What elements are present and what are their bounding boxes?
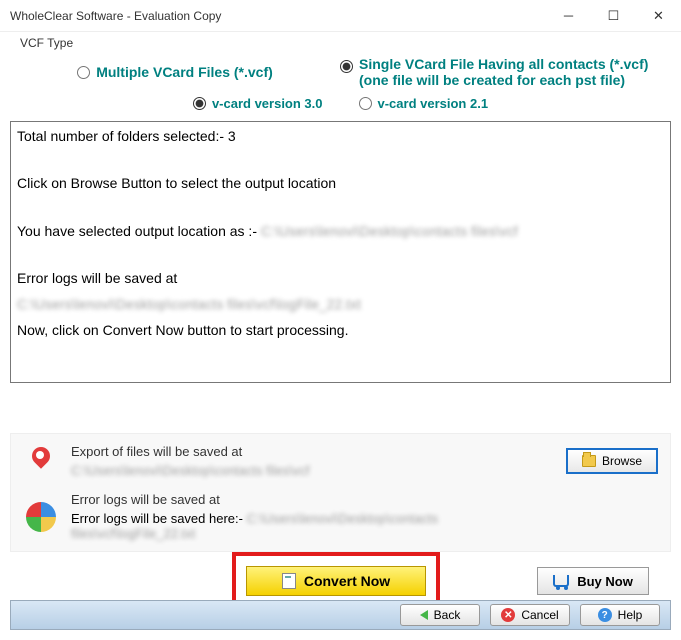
cancel-icon: ✕	[501, 608, 515, 622]
error-log-row: Error logs will be saved at Error logs w…	[23, 492, 658, 541]
cart-icon	[553, 575, 569, 587]
log-line: Now, click on Convert Now button to star…	[17, 320, 664, 342]
log-line: Click on Browse Button to select the out…	[17, 173, 664, 195]
label-single-vcard: Single VCard File Having all contacts (*…	[359, 56, 648, 88]
window-controls: ─ ☐ ✕	[546, 0, 681, 31]
errorlog-path-line: Error logs will be saved here:- C:\Users…	[71, 511, 526, 541]
label-version-21: v-card version 2.1	[378, 96, 489, 111]
color-wheel-icon	[26, 502, 56, 532]
radio-single-vcard[interactable]	[340, 60, 353, 73]
arrow-left-icon	[420, 610, 428, 620]
cancel-button[interactable]: ✕ Cancel	[490, 604, 570, 626]
folder-icon	[582, 455, 596, 467]
log-line: Total number of folders selected:- 3	[17, 126, 664, 148]
radio-multiple-vcard[interactable]	[77, 66, 90, 79]
radio-version-21[interactable]	[359, 97, 372, 110]
export-location-row: Export of files will be saved at C:\User…	[23, 444, 658, 478]
vcf-type-row: Multiple VCard Files (*.vcf) Single VCar…	[10, 56, 671, 88]
location-pin-icon	[31, 447, 51, 475]
footer-bar: Back ✕ Cancel ? Help	[10, 600, 671, 630]
label-version-30: v-card version 3.0	[212, 96, 323, 111]
errorlog-label: Error logs will be saved at	[71, 492, 526, 507]
log-line: Error logs will be saved at	[17, 268, 664, 290]
label-multiple-vcard: Multiple VCard Files (*.vcf)	[96, 64, 273, 80]
back-button[interactable]: Back	[400, 604, 480, 626]
convert-now-button[interactable]: Convert Now	[246, 566, 426, 596]
export-label: Export of files will be saved at	[71, 444, 526, 459]
help-button[interactable]: ? Help	[580, 604, 660, 626]
buy-now-button[interactable]: Buy Now	[537, 567, 649, 595]
maximize-button[interactable]: ☐	[591, 0, 636, 31]
title-bar: WholeClear Software - Evaluation Copy ─ …	[0, 0, 681, 32]
browse-button[interactable]: Browse	[566, 448, 658, 474]
log-textarea[interactable]: Total number of folders selected:- 3 Cli…	[10, 121, 671, 383]
log-line: C:\Users\lenovi\Desktop\contacts files\v…	[17, 294, 664, 316]
window-title: WholeClear Software - Evaluation Copy	[0, 9, 221, 23]
document-icon	[282, 573, 296, 589]
log-line: You have selected output location as :- …	[17, 221, 664, 243]
bottom-panel: Export of files will be saved at C:\User…	[10, 433, 671, 552]
vcf-type-group-label: VCF Type	[20, 36, 671, 50]
close-button[interactable]: ✕	[636, 0, 681, 31]
minimize-button[interactable]: ─	[546, 0, 591, 31]
radio-version-30[interactable]	[193, 97, 206, 110]
export-path: C:\Users\lenovi\Desktop\contacts files\v…	[71, 463, 526, 478]
help-icon: ?	[598, 608, 612, 622]
vcard-version-row: v-card version 3.0 v-card version 2.1	[10, 96, 671, 111]
